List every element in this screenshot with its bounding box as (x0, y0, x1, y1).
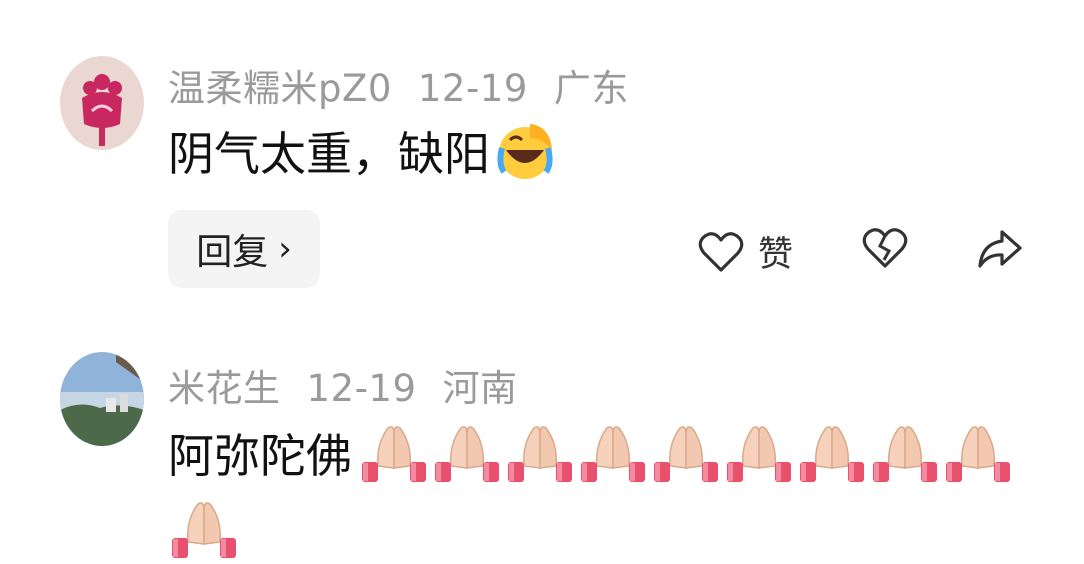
praying-hands-emoji-icon (946, 426, 1010, 482)
emoji-row (358, 422, 1015, 484)
praying-hands-emoji-icon (435, 426, 499, 482)
reply-button[interactable]: 回复 › (168, 210, 320, 288)
comment-location: 河南 (442, 367, 518, 410)
praying-hands-emoji-icon (654, 426, 718, 482)
share-icon (978, 230, 1022, 268)
praying-hands-emoji-icon (800, 426, 864, 482)
username[interactable]: 温柔糯米pZ0 (168, 67, 392, 110)
comment-text: 阴气太重，缺阳 (168, 118, 556, 184)
praying-hands-emoji-icon (362, 426, 426, 482)
comment-date: 12-19 (417, 67, 528, 110)
avatar[interactable] (60, 56, 144, 150)
share-button[interactable] (976, 226, 1024, 270)
comment-meta: 温柔糯米pZ0 12-19 广东 (168, 58, 655, 112)
dislike-button[interactable] (862, 226, 908, 270)
praying-hands-emoji-icon (172, 502, 236, 558)
comment-item: 米花生 12-19 河南 阿弥陀佛 (0, 300, 1084, 564)
praying-hands-emoji-icon (873, 426, 937, 482)
emoji-row (168, 498, 241, 560)
broken-heart-icon (862, 228, 908, 268)
chevron-right-icon: › (278, 229, 292, 269)
like-label: 赞 (758, 235, 794, 275)
comment-location: 广东 (553, 67, 629, 110)
comment-item: 温柔糯米pZ0 12-19 广东 阴气太重，缺阳 回复 › 赞 (0, 0, 1084, 300)
praying-hands-emoji-icon (581, 426, 645, 482)
praying-hands-emoji-icon (508, 426, 572, 482)
comment-date: 12-19 (306, 367, 417, 410)
avatar[interactable] (60, 352, 144, 446)
like-button[interactable]: 赞 (698, 226, 793, 277)
heart-icon (698, 231, 744, 272)
comment-meta: 米花生 12-19 河南 (168, 358, 544, 412)
comment-text: 阿弥陀佛 (168, 420, 1015, 486)
laughing-crying-emoji-icon (497, 124, 553, 179)
username[interactable]: 米花生 (168, 367, 281, 410)
praying-hands-emoji-icon (727, 426, 791, 482)
